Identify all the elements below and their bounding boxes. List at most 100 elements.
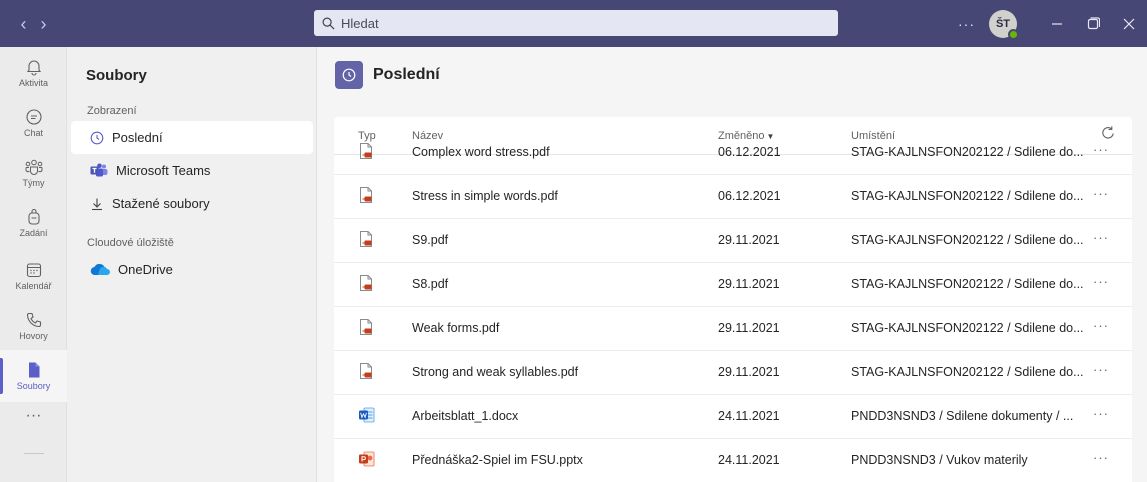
pdf-file-icon [360,231,372,247]
file-type-icon [358,450,376,471]
rail-more-apps-button[interactable]: ··· [0,407,67,425]
file-type-icon [358,230,374,251]
file-name-link[interactable]: S9.pdf [412,233,448,247]
rail-label: Hovory [19,331,48,341]
table-row[interactable]: Strong and weak syllables.pdf 29.11.2021 S… [334,351,1132,395]
file-name-link[interactable]: Weak forms.pdf [412,321,499,335]
files-table: Typ Název Změněno ▼ Umístění Complex word… [334,117,1132,482]
rail-label: Chat [23,128,43,138]
nav-item-label: Stažené soubory [112,196,210,211]
table-row[interactable]: S8.pdf 29.11.2021 STAG-KAJLNSFON202122 / S… [334,263,1132,307]
bell-icon [26,60,41,76]
close-button[interactable] [1111,0,1147,47]
rail-item-teams[interactable]: Týmy [0,147,67,199]
section-label-cloud: Cloudové úložiště [87,237,174,249]
nav-item-recent[interactable]: Poslední [71,121,313,154]
file-location[interactable]: STAG-KAJLNSFON202122 / Sdilene do... [851,321,1084,335]
file-name-link[interactable]: Complex word stress.pdf [412,145,550,159]
table-row[interactable]: Arbeitsblatt_1.docx 24.11.2021 PNDD3NSND3 … [334,395,1132,439]
table-row[interactable]: Přednáška2-Spiel im FSU.pptx 24.11.2021 PN… [334,439,1132,482]
presence-available-icon [1008,28,1019,40]
recent-header-icon [335,61,363,89]
row-more-options-button[interactable]: ··· [1093,274,1109,289]
phone-icon [26,312,41,328]
nav-item-microsoft-teams[interactable]: Microsoft Teams [71,154,313,187]
row-more-options-button[interactable]: ··· [1093,362,1109,377]
file-name-link[interactable]: Strong and weak syllables.pdf [412,365,578,379]
chat-icon [25,109,42,125]
pdf-file-icon [360,143,372,159]
row-more-options-button[interactable]: ··· [1093,142,1109,157]
minimize-button[interactable] [1039,0,1075,47]
modified-date: 06.12.2021 [718,145,781,159]
panel-title: Soubory [86,67,147,84]
rail-label: Soubory [16,381,51,391]
back-arrow-icon[interactable]: ‹ [21,15,27,33]
avatar[interactable]: ŠT [989,9,1019,40]
table-row[interactable]: Complex word stress.pdf 06.12.2021 STAG-KA… [334,131,1132,175]
modified-date: 29.11.2021 [718,277,780,291]
pdf-file-icon [360,275,372,291]
table-row[interactable]: Stress in simple words.pdf 06.12.2021 STAG… [334,175,1132,219]
modified-date: 24.11.2021 [718,453,780,467]
row-more-options-button[interactable]: ··· [1093,450,1109,465]
file-name-link[interactable]: Přednáška2-Spiel im FSU.pptx [412,453,583,467]
maximize-button[interactable] [1075,0,1111,47]
maximize-icon [1087,17,1100,30]
file-location[interactable]: STAG-KAJLNSFON202122 / Sdilene do... [851,233,1084,247]
rail-label: Kalendář [15,281,52,291]
modified-date: 29.11.2021 [718,365,780,379]
table-row[interactable]: Weak forms.pdf 29.11.2021 STAG-KAJLNSFON20… [334,307,1132,351]
forward-arrow-icon[interactable]: › [41,15,47,33]
rail-item-files[interactable]: Soubory [0,350,67,402]
rail-label: Týmy [22,178,45,188]
file-location[interactable]: PNDD3NSND3 / Sdilene dokumenty / ... [851,409,1073,423]
avatar-initials: ŠT [995,17,1011,30]
rail-item-calls[interactable]: Hovory [0,300,67,352]
download-icon [92,198,102,210]
file-location[interactable]: PNDD3NSND3 / Vukov materily [851,453,1028,467]
rail-item-chat[interactable]: Chat [0,97,67,149]
main-header: Poslední [335,60,440,90]
file-type-icon [358,318,374,339]
titlebar-controls: ··· ŠT [958,0,1147,47]
word-file-icon [359,407,375,423]
file-type-icon [358,142,374,163]
search-input[interactable] [341,15,821,31]
file-location[interactable]: STAG-KAJLNSFON202122 / Sdilene do... [851,277,1084,291]
file-type-icon [358,274,374,295]
search-box[interactable] [314,10,838,36]
row-more-options-button[interactable]: ··· [1093,186,1109,201]
pdf-file-icon [360,363,372,379]
row-more-options-button[interactable]: ··· [1093,230,1109,245]
settings-more-button[interactable]: ··· [958,16,975,32]
table-row[interactable]: S9.pdf 29.11.2021 STAG-KAJLNSFON202122 / S… [334,219,1132,263]
powerpoint-file-icon [359,451,375,467]
backpack-icon [27,208,40,225]
search-icon [322,17,335,29]
modified-date: 06.12.2021 [718,189,781,203]
file-name-link[interactable]: S8.pdf [412,277,448,291]
file-name-link[interactable]: Arbeitsblatt_1.docx [412,409,518,423]
file-location[interactable]: STAG-KAJLNSFON202122 / Sdilene do... [851,365,1084,379]
file-type-icon [358,406,376,427]
nav-item-label: Poslední [112,130,163,145]
file-name-link[interactable]: Stress in simple words.pdf [412,189,558,203]
rail-label: Zadání [19,228,48,238]
modified-date: 29.11.2021 [718,321,780,335]
file-location[interactable]: STAG-KAJLNSFON202122 / Sdilene do... [851,189,1084,203]
modified-date: 24.11.2021 [718,409,780,423]
app-rail: Aktivita Chat Týmy Zadání Kalendář Hovor… [0,47,67,482]
calendar-icon [26,263,41,278]
rail-item-activity[interactable]: Aktivita [0,47,67,99]
row-more-options-button[interactable]: ··· [1093,318,1109,333]
rail-label: Aktivita [18,78,48,88]
file-location[interactable]: STAG-KAJLNSFON202122 / Sdilene do... [851,145,1084,159]
rail-item-calendar[interactable]: Kalendář [0,250,67,302]
nav-item-onedrive[interactable]: OneDrive [71,253,313,286]
rail-item-assignments[interactable]: Zadání [0,197,67,249]
row-more-options-button[interactable]: ··· [1093,406,1109,421]
nav-item-downloads[interactable]: Stažené soubory [71,187,313,220]
file-type-icon [358,362,374,383]
close-icon [1123,18,1135,29]
